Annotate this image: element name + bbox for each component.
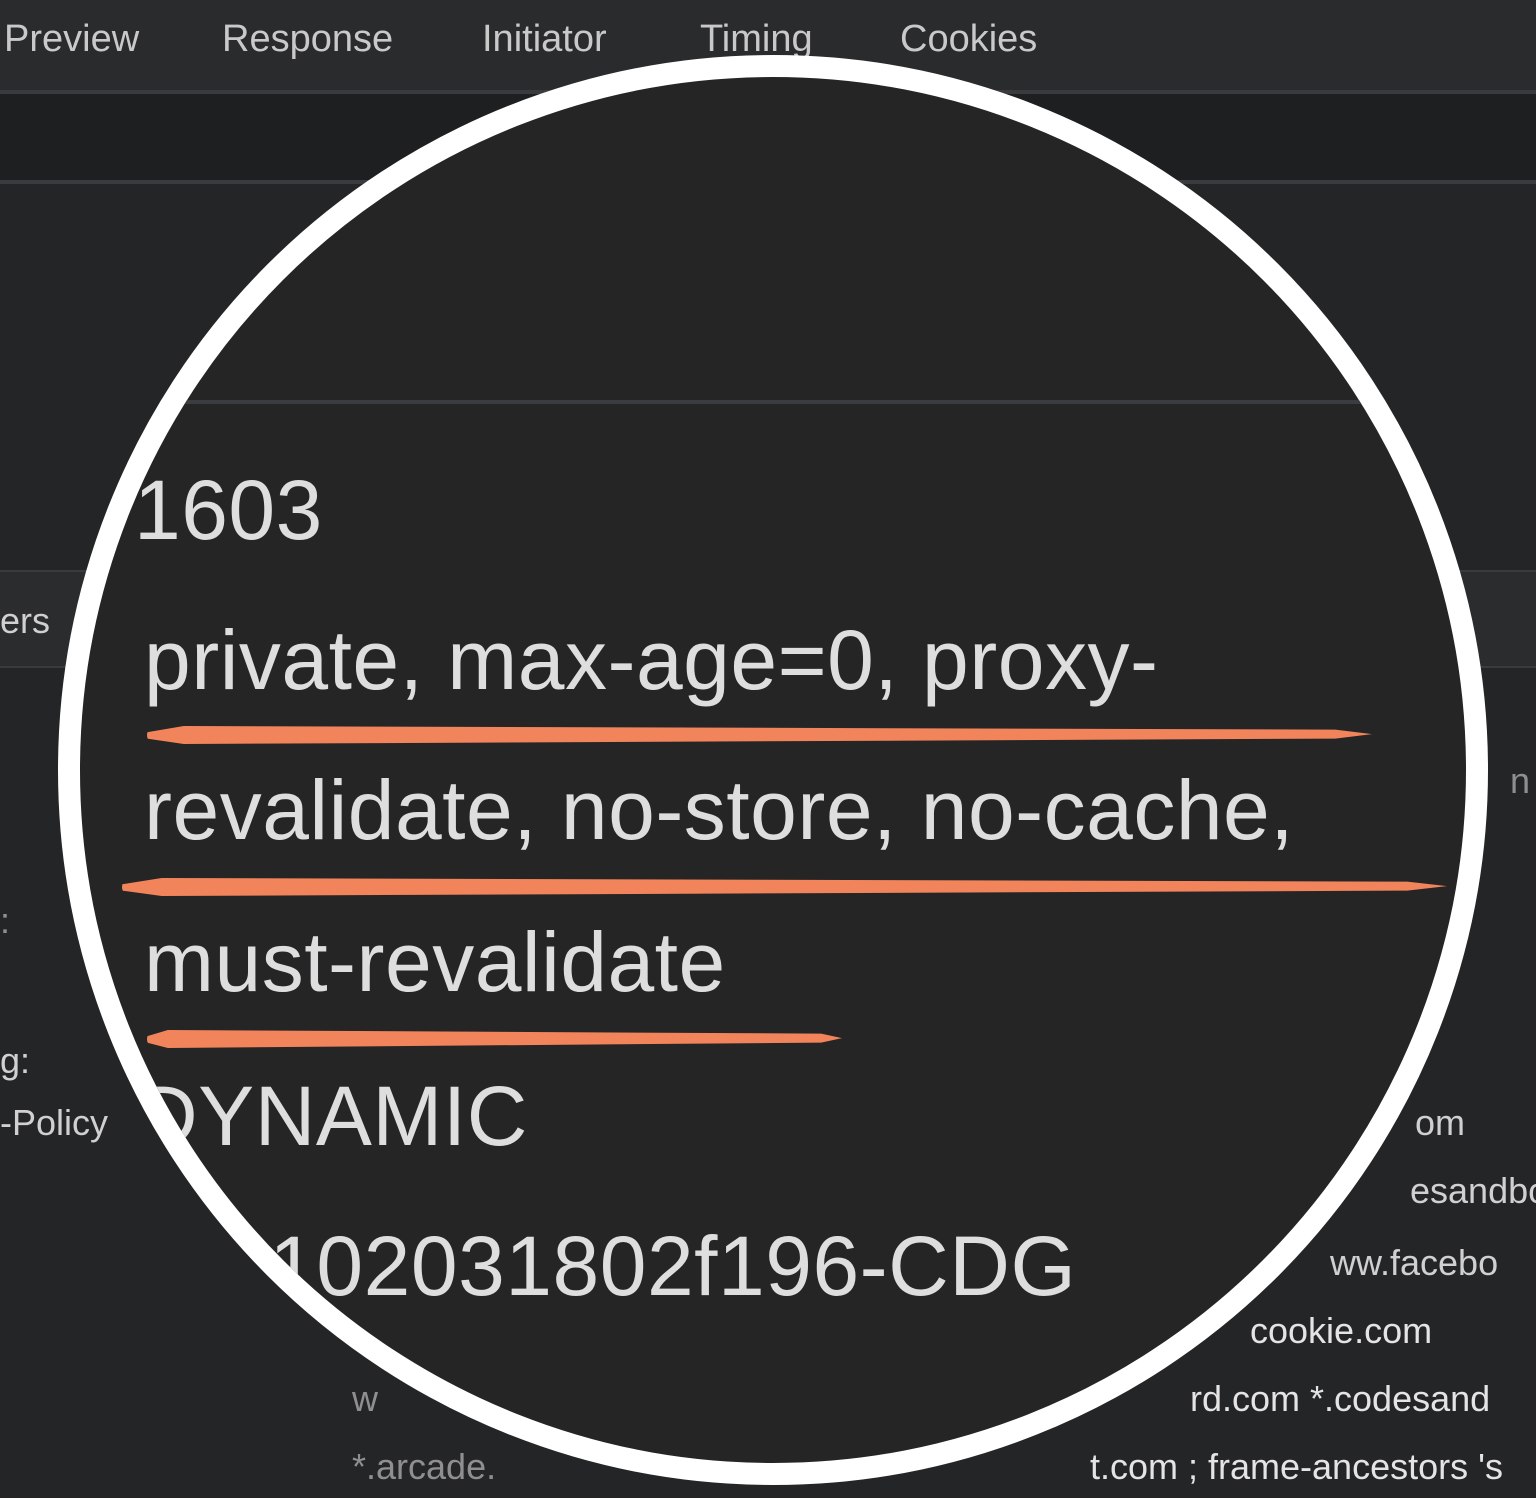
- cache-control-value-line2: revalidate, no-store, no-cache,: [144, 763, 1295, 857]
- magnifier-lens: 1603 private, max-age=0, proxy- revalida…: [58, 55, 1488, 1485]
- highlight-underline: [147, 1030, 842, 1048]
- cache-control-value-line3: must-revalidate: [144, 915, 726, 1009]
- section-label: ers: [0, 600, 51, 641]
- highlight-underline: [122, 878, 1447, 896]
- header-name-fragment: :: [0, 900, 11, 941]
- cf-cache-status-value: DYNAMIC: [137, 1069, 528, 1163]
- header-name-fragment: g:: [0, 1040, 31, 1081]
- cache-control-value-line1: private, max-age=0, proxy-: [144, 613, 1159, 707]
- cf-ray-value: a102031802f196-CDG: [222, 1219, 1077, 1313]
- divider: [80, 400, 1466, 404]
- tab-preview[interactable]: Preview: [4, 18, 139, 61]
- tab-response[interactable]: Response: [222, 18, 393, 61]
- header-value-fragment: n: [1510, 760, 1531, 801]
- tab-cookies[interactable]: Cookies: [900, 18, 1037, 61]
- highlight-underline: [147, 726, 1372, 744]
- tab-initiator[interactable]: Initiator: [482, 18, 607, 61]
- status-value: 1603: [134, 463, 323, 557]
